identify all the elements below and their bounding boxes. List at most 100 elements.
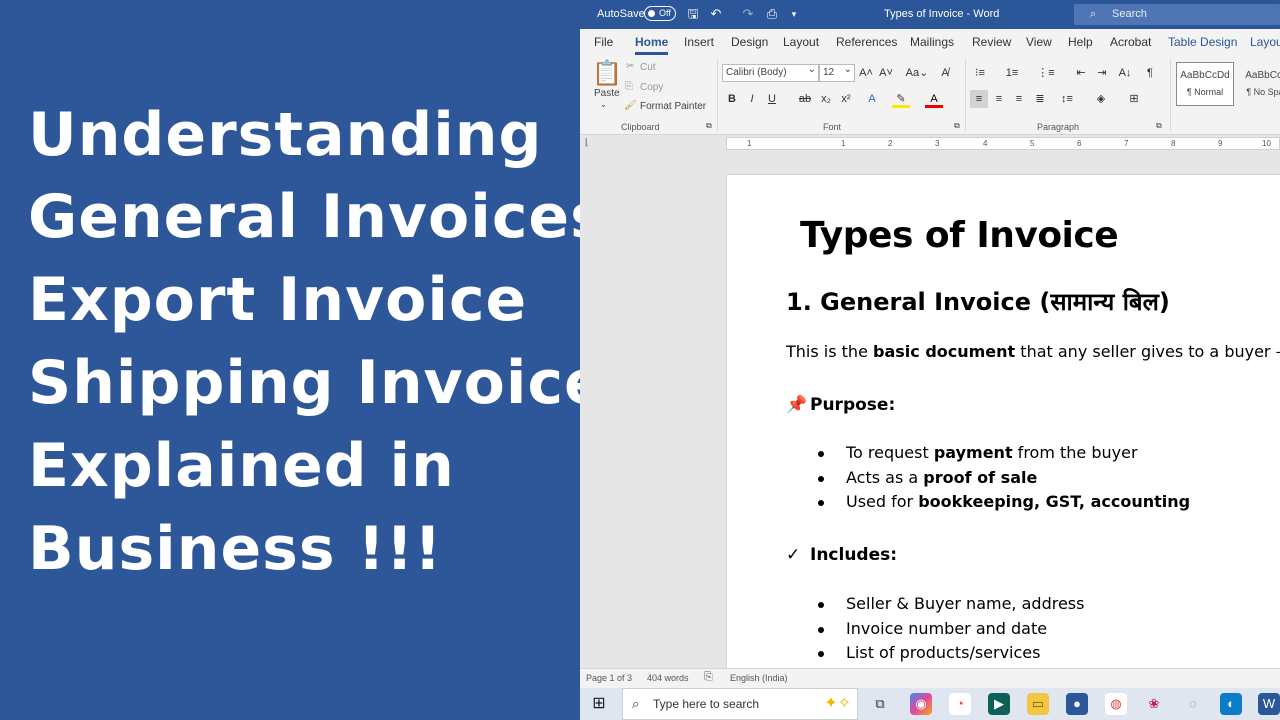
font-launcher-icon[interactable]: ⧉	[954, 121, 960, 131]
title-bar: AutoSave Off 🖫 ↶ ↷ ⎙ ▾ Types of Invoice …	[580, 0, 1280, 29]
media-editor-icon[interactable]: ▶	[988, 693, 1010, 715]
document-page[interactable]: Types of Invoice 1. General Invoice (साम…	[727, 175, 1280, 675]
search-placeholder: Search	[1112, 8, 1147, 20]
shading-icon[interactable]: ◈	[1092, 90, 1110, 108]
grow-font-icon[interactable]: A˄	[857, 64, 875, 82]
copilot-icon[interactable]: ◉	[910, 693, 932, 715]
show-formatting-icon[interactable]: ¶	[1141, 64, 1159, 82]
print-preview-icon[interactable]: ⎙	[764, 6, 780, 22]
font-size-select[interactable]: 12	[819, 62, 855, 82]
font-family-select[interactable]: Calibri (Body)	[722, 62, 819, 82]
sort-icon[interactable]: A↓	[1116, 64, 1134, 82]
text-run: from the buyer	[1012, 443, 1138, 462]
text-effects-icon[interactable]: A	[863, 90, 881, 108]
proofing-icon[interactable]: ⎘	[704, 671, 713, 684]
undo-icon[interactable]: ↶	[708, 6, 724, 22]
tab-selector-icon[interactable]: ⌊	[585, 137, 589, 148]
ruler-number: 3	[935, 139, 940, 148]
taskbar-search-input[interactable]: ⌕ Type here to search ✦✧	[622, 688, 858, 720]
promo-line: Shipping Invoice	[28, 348, 606, 418]
copy-icon[interactable]: ⎘	[625, 81, 633, 92]
font-color-icon[interactable]: A	[925, 90, 943, 108]
windows-start-icon[interactable]: ⊞	[588, 693, 610, 715]
heading-general-invoice: 1. General Invoice (सामान्य बिल)	[786, 288, 1170, 316]
style-normal[interactable]: AaBbCcDd ¶ Normal	[1176, 62, 1234, 106]
align-left-icon[interactable]: ≡	[970, 90, 988, 108]
page-count[interactable]: Page 1 of 3	[586, 673, 632, 683]
search-input[interactable]: ⌕ Search	[1074, 4, 1280, 25]
style-no-spacing[interactable]: AaBbCcI ¶ No Spa	[1236, 62, 1280, 106]
tab-design[interactable]: Design	[731, 35, 768, 49]
shrink-font-icon[interactable]: A˅	[877, 64, 895, 82]
save-icon[interactable]: 🖫	[685, 6, 701, 22]
promo-line: Understanding	[28, 100, 543, 170]
window-title: Types of Invoice - Word	[884, 8, 1000, 20]
tab-review[interactable]: Review	[972, 35, 1011, 49]
paste-icon[interactable]: 📋	[592, 59, 622, 88]
tab-table-layout[interactable]: Layout	[1250, 35, 1280, 49]
line-spacing-icon[interactable]: ↕≡	[1058, 90, 1076, 108]
edge-icon[interactable]: ◐	[1220, 693, 1242, 715]
tab-references[interactable]: References	[836, 35, 897, 49]
increase-indent-icon[interactable]: ⇥	[1093, 64, 1111, 82]
underline-button[interactable]: U	[763, 90, 781, 108]
borders-icon[interactable]: ⊞	[1125, 90, 1143, 108]
italic-button[interactable]: I	[743, 90, 761, 108]
word-count[interactable]: 404 words	[647, 673, 689, 683]
font-group-label: Font	[823, 122, 842, 132]
app-icon[interactable]: ◔	[949, 693, 971, 715]
subscript-icon[interactable]: x₂	[817, 90, 835, 108]
bullets-icon[interactable]: ⁝≡	[971, 64, 989, 82]
app-icon[interactable]: ❀	[1143, 693, 1165, 715]
text-run: Acts as a	[846, 467, 924, 487]
numbering-icon[interactable]: 1≡	[1003, 64, 1021, 82]
paste-dropdown-icon[interactable]: ⌄	[600, 100, 607, 109]
clipboard-launcher-icon[interactable]: ⧉	[706, 121, 712, 131]
superscript-icon[interactable]: x²	[837, 90, 855, 108]
format-painter-icon[interactable]: 🖌	[624, 100, 637, 111]
section-label: Purpose:	[810, 395, 896, 415]
file-explorer-icon[interactable]: ▭	[1027, 693, 1049, 715]
task-view-icon[interactable]: ⧉	[869, 693, 891, 715]
tab-view[interactable]: View	[1026, 35, 1052, 49]
checkmark-icon: ✓	[786, 545, 801, 565]
chrome-icon[interactable]: ◍	[1105, 693, 1127, 715]
document-canvas[interactable]: Types of Invoice 1. General Invoice (साम…	[580, 153, 1280, 675]
highlight-icon[interactable]: ✎	[892, 90, 910, 108]
screen-recorder-icon[interactable]: ●	[1066, 693, 1088, 715]
justify-icon[interactable]: ≣	[1031, 90, 1049, 108]
multilevel-list-icon[interactable]: ⋮≡	[1037, 64, 1055, 82]
style-name: ¶ Normal	[1186, 87, 1224, 97]
customize-toolbar-icon[interactable]: ▾	[786, 6, 802, 22]
tab-table-design[interactable]: Table Design	[1168, 35, 1237, 49]
tab-file[interactable]: File	[594, 35, 613, 49]
cut-icon[interactable]: ✂	[626, 61, 634, 72]
word-taskbar-icon[interactable]: W	[1258, 693, 1280, 715]
tab-acrobat[interactable]: Acrobat	[1110, 35, 1151, 49]
bold-button[interactable]: B	[723, 90, 741, 108]
decrease-indent-icon[interactable]: ⇤	[1072, 64, 1090, 82]
status-bar: Page 1 of 3 404 words ⎘ English (India)	[580, 668, 1280, 688]
tab-mailings[interactable]: Mailings	[910, 35, 954, 49]
tab-insert[interactable]: Insert	[684, 35, 714, 49]
autosave-toggle[interactable]: Off	[644, 6, 676, 21]
cut-button[interactable]: Cut	[640, 62, 656, 73]
redo-icon[interactable]: ↷	[740, 6, 756, 22]
paste-button[interactable]: Paste	[594, 88, 620, 99]
align-center-icon[interactable]: ≡	[990, 90, 1008, 108]
tab-layout[interactable]: Layout	[783, 35, 819, 49]
align-right-icon[interactable]: ≡	[1010, 90, 1028, 108]
change-case-icon[interactable]: Aa⌄	[904, 64, 930, 82]
copy-button[interactable]: Copy	[640, 82, 663, 93]
ruler-number: 6	[1077, 139, 1082, 148]
strikethrough-icon[interactable]: ab	[796, 90, 814, 108]
tab-home[interactable]: Home	[635, 35, 669, 55]
horizontal-ruler[interactable]: 1 1 2 3 4 5 6 7 8 9 10	[726, 137, 1280, 150]
tab-help[interactable]: Help	[1068, 35, 1093, 49]
language-indicator[interactable]: English (India)	[730, 673, 788, 683]
paragraph-launcher-icon[interactable]: ⧉	[1156, 121, 1162, 131]
clear-formatting-icon[interactable]: A̸	[936, 64, 954, 82]
format-painter-button[interactable]: Format Painter	[640, 101, 706, 112]
text-run: that any seller gives to a buyer —	[1015, 342, 1280, 361]
app-icon[interactable]: ◌	[1182, 693, 1204, 715]
